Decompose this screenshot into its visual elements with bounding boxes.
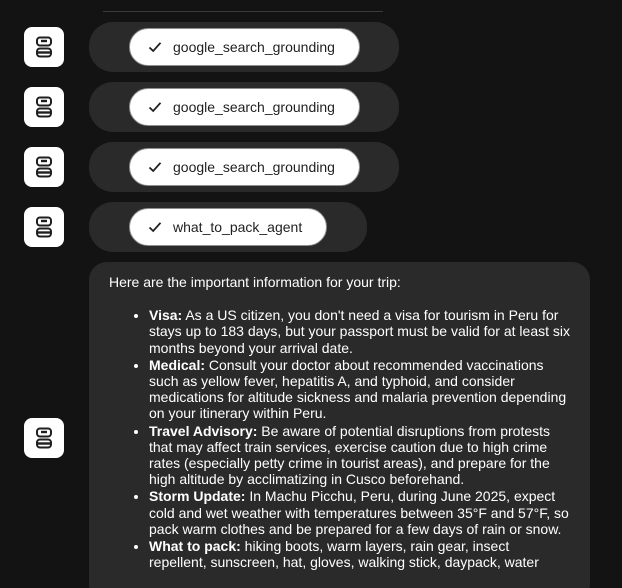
tool-call-label: google_search_grounding (173, 39, 335, 55)
tool-call-chip[interactable]: google_search_grounding (129, 28, 360, 66)
divider (103, 11, 383, 12)
check-icon (148, 222, 162, 233)
item-title: Storm Update: (149, 488, 246, 505)
robot-icon (36, 96, 52, 118)
tool-call-bubble: google_search_grounding (89, 82, 399, 132)
tool-call-label: google_search_grounding (173, 159, 335, 175)
message-intro: Here are the important information for y… (109, 274, 401, 290)
agent-avatar (24, 147, 64, 187)
robot-icon (36, 156, 52, 178)
agent-message: Here are the important information for y… (89, 262, 590, 588)
tool-call-bubble: google_search_grounding (89, 22, 399, 72)
item-title: Travel Advisory: (149, 422, 258, 439)
tool-call-label: google_search_grounding (173, 99, 335, 115)
check-icon (148, 102, 162, 113)
robot-icon (36, 427, 52, 449)
list-item: What to pack: hiking boots, warm layers,… (149, 538, 570, 570)
item-text: As a US citizen, you don't need a visa f… (149, 307, 570, 356)
tool-call-label: what_to_pack_agent (173, 219, 303, 235)
agent-avatar (24, 207, 64, 247)
tool-call-chip[interactable]: what_to_pack_agent (129, 208, 328, 246)
agent-avatar (24, 418, 64, 458)
robot-icon (36, 216, 52, 238)
tool-call-bubble: google_search_grounding (89, 142, 399, 192)
item-title: What to pack: (149, 538, 241, 555)
check-icon (148, 42, 162, 53)
list-item: Travel Advisory: Be aware of potential d… (149, 423, 570, 488)
robot-icon (36, 36, 52, 58)
tool-call-chip[interactable]: google_search_grounding (129, 88, 360, 126)
tool-call-bubble: what_to_pack_agent (89, 202, 367, 252)
list-item: Visa: As a US citizen, you don't need a … (149, 307, 570, 356)
list-item: Medical: Consult your doctor about recom… (149, 357, 570, 422)
list-item: Storm Update: In Machu Picchu, Peru, dur… (149, 488, 570, 537)
info-list: Visa: As a US citizen, you don't need a … (109, 307, 570, 570)
item-text: Consult your doctor about recommended va… (149, 356, 567, 422)
chat-page: google_search_grounding google_search_gr… (0, 0, 622, 588)
item-title: Medical: (149, 356, 206, 373)
tool-call-chip[interactable]: google_search_grounding (129, 148, 360, 186)
check-icon (148, 162, 162, 173)
item-title: Visa: (149, 307, 183, 324)
agent-avatar (24, 27, 64, 67)
agent-avatar (24, 87, 64, 127)
